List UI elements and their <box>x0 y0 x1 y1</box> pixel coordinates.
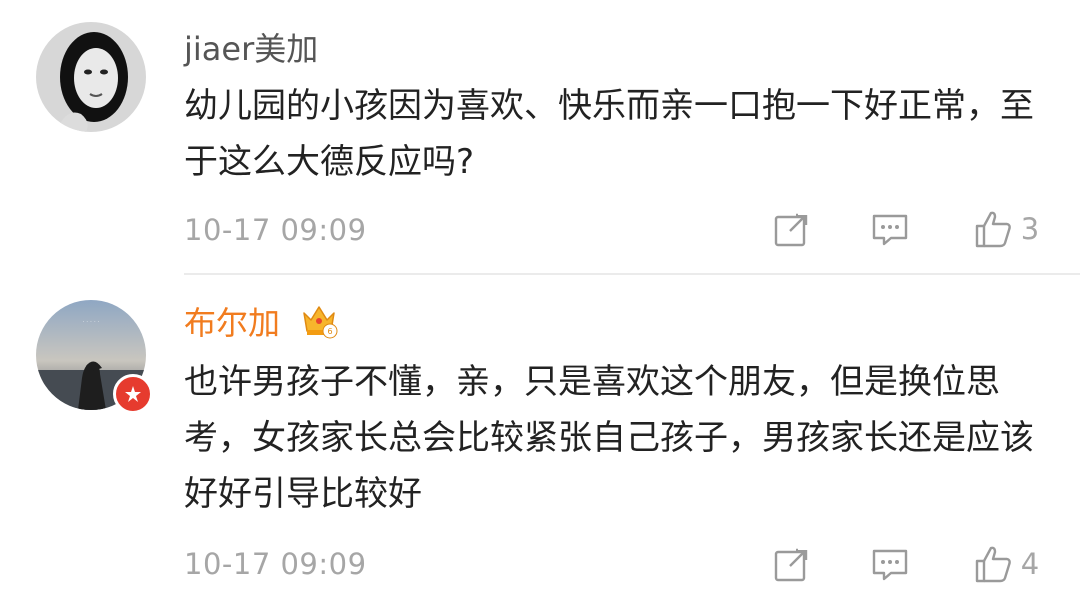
like-button[interactable]: 4 <box>966 541 1046 587</box>
comment-text: 幼儿园的小孩因为喜欢、快乐而亲一口抱一下好正常，至于这么大德反应吗? <box>184 86 1034 182</box>
comment-button[interactable] <box>870 545 910 585</box>
repost-button[interactable] <box>771 210 811 250</box>
crown-badge-icon: 6 <box>300 301 338 339</box>
comment-button[interactable] <box>870 210 910 250</box>
thumbs-up-icon <box>975 211 1011 248</box>
share-icon <box>774 211 810 247</box>
repost-button[interactable] <box>771 545 811 585</box>
like-count: 3 <box>1020 212 1040 246</box>
like-button[interactable]: 3 <box>966 206 1046 252</box>
avatar[interactable] <box>36 22 146 132</box>
timestamp: 10-17 09:09 <box>184 547 367 581</box>
username[interactable]: jiaer美加 <box>184 29 318 69</box>
share-icon <box>774 546 810 582</box>
svg-text:· · · · ·: · · · · · <box>82 319 99 326</box>
username[interactable]: 布尔加 <box>184 303 280 343</box>
svg-text:6: 6 <box>327 327 332 336</box>
like-count: 4 <box>1020 547 1040 581</box>
timestamp: 10-17 09:09 <box>184 213 367 247</box>
vip-badge-icon <box>113 374 153 414</box>
comment-text: 也许男孩子不懂，亲，只是喜欢这个朋友，但是换位思考，女孩家长总会比较紧张自己孩子… <box>184 362 1034 514</box>
divider <box>184 273 1080 275</box>
comment-icon <box>872 549 908 581</box>
thumbs-up-icon <box>975 546 1011 583</box>
comment-icon <box>872 214 908 246</box>
